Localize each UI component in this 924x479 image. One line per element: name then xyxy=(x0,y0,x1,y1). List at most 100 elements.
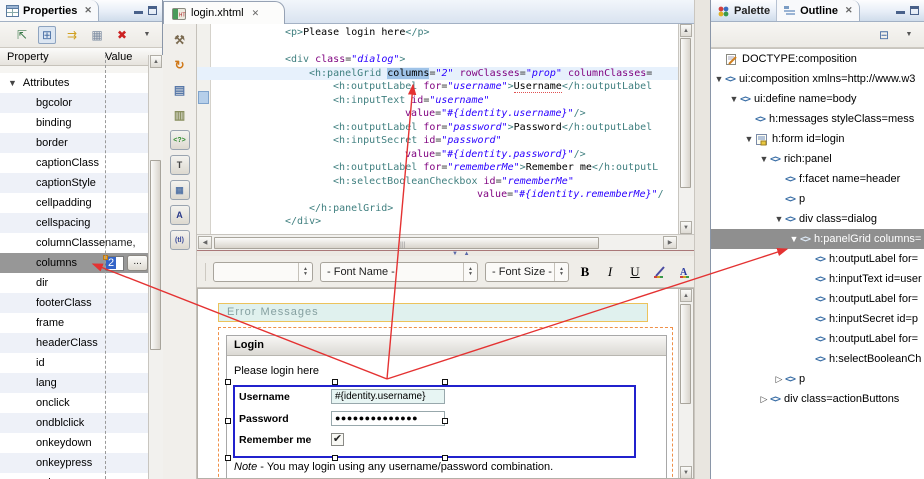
login-panel-header[interactable]: Login xyxy=(227,336,666,356)
property-row[interactable]: lang xyxy=(0,373,148,393)
code-line[interactable]: <h:outputLabel for="rememberMe">Remember… xyxy=(213,161,678,175)
password-input[interactable]: ●●●●●●●●●●●●●● xyxy=(331,411,445,426)
remember-me-checkbox[interactable]: ✔ xyxy=(331,433,344,446)
code-line[interactable]: <p>Please login here</p> xyxy=(213,26,678,40)
collapse-icon[interactable]: ▼ xyxy=(743,134,755,144)
code-line[interactable]: value="#{identity.username}"/> xyxy=(213,107,678,121)
font-name-combo[interactable]: - Font Name - ▲▼ xyxy=(320,262,478,282)
property-row[interactable]: cellspacing xyxy=(0,213,148,233)
font-size-combo[interactable]: - Font Size - ▲▼ xyxy=(485,262,569,282)
editor-tab-close-icon[interactable]: ✕ xyxy=(252,8,260,19)
scroll-up-icon[interactable]: ▲ xyxy=(680,24,692,37)
property-row[interactable]: id xyxy=(0,353,148,373)
view-menu-icon[interactable]: ▼ xyxy=(138,26,156,44)
column-divider[interactable] xyxy=(105,55,106,479)
username-input[interactable]: #{identity.username} xyxy=(331,389,445,404)
code-line[interactable]: <h:panelGrid columns="2" rowClasses="pro… xyxy=(197,67,678,81)
resize-handle[interactable] xyxy=(225,418,231,424)
property-row[interactable]: binding xyxy=(0,113,148,133)
collapse-icon[interactable]: ▼ xyxy=(773,214,785,224)
property-row[interactable]: bgcolor xyxy=(0,93,148,113)
resize-handle[interactable] xyxy=(225,455,231,461)
property-row[interactable]: headerClass xyxy=(0,333,148,353)
outline-node[interactable]: <>h:selectBooleanCh xyxy=(711,349,924,369)
resize-handle[interactable] xyxy=(332,379,338,385)
highlight-color-button[interactable] xyxy=(651,263,669,281)
outline-node[interactable]: <>h:outputLabel for= xyxy=(711,329,924,349)
remove-property-icon[interactable]: ✖ xyxy=(113,26,131,44)
show-bundles-icon[interactable]: (tl) xyxy=(170,230,190,250)
intro-text[interactable]: Please login here xyxy=(234,365,319,377)
error-messages-placeholder[interactable]: Error Messages xyxy=(218,303,648,322)
property-row[interactable]: captionClass xyxy=(0,153,148,173)
show-styles-icon[interactable]: A xyxy=(170,205,190,225)
expand-icon[interactable]: ▼ xyxy=(8,78,17,88)
outline-node[interactable]: <>p xyxy=(711,189,924,209)
properties-scrollbar[interactable]: ▲ xyxy=(148,55,163,479)
underline-button[interactable]: U xyxy=(626,263,644,281)
value-column-header[interactable]: Value xyxy=(105,51,132,63)
bold-button[interactable]: B xyxy=(576,263,594,281)
expand-icon[interactable]: ▷ xyxy=(758,394,770,405)
style-combo[interactable]: ▲▼ xyxy=(213,262,313,282)
maximize-icon[interactable] xyxy=(910,6,919,15)
preferences-icon[interactable]: ⚒ xyxy=(170,30,190,50)
source-scrollbar-thumb[interactable] xyxy=(680,38,691,188)
page-preview-icon[interactable]: ▤ xyxy=(170,80,190,100)
property-row[interactable]: dir xyxy=(0,273,148,293)
code-line[interactable]: <h:inputText id="username" xyxy=(213,94,678,108)
outline-node[interactable]: <>h:outputLabel for= xyxy=(711,249,924,269)
editor-tab-login-xhtml[interactable]: HT login.xhtml ✕ xyxy=(163,1,285,24)
property-row[interactable]: frame xyxy=(0,313,148,333)
outline-node[interactable]: ▷<>div class=actionButtons xyxy=(711,389,924,409)
browse-button[interactable]: ... xyxy=(127,255,148,271)
source-editor-vscrollbar[interactable]: ▲ ▼ xyxy=(678,24,694,234)
refresh-icon[interactable]: ↻ xyxy=(170,55,190,75)
minimize-icon[interactable] xyxy=(134,6,143,15)
outline-node[interactable]: ▼<>rich:panel xyxy=(711,149,924,169)
code-area[interactable]: <p>Please login here</p><div class="dial… xyxy=(213,26,678,229)
collapse-icon[interactable]: ▼ xyxy=(728,94,740,104)
resize-handle[interactable] xyxy=(442,379,448,385)
scroll-up-icon[interactable]: ▲ xyxy=(150,55,162,68)
property-row[interactable]: onclick xyxy=(0,393,148,413)
property-row[interactable]: columns2... xyxy=(0,253,148,273)
font-color-button[interactable]: A xyxy=(676,263,694,281)
export-template-icon[interactable]: ▥ xyxy=(170,105,190,125)
code-line[interactable]: <h:outputLabel for="username">Username</… xyxy=(213,80,678,94)
property-row[interactable]: ondblclick xyxy=(0,413,148,433)
source-hscrollbar-thumb[interactable]: ||| xyxy=(214,237,599,249)
code-line[interactable]: value="#{identity.password}"/> xyxy=(213,148,678,162)
visual-page-editor[interactable]: Error Messages Login Please login here U… xyxy=(197,288,694,479)
code-line[interactable] xyxy=(213,40,678,54)
property-row[interactable]: border xyxy=(0,133,148,153)
configure-table-icon[interactable]: ▦ xyxy=(88,26,106,44)
attributes-group-row[interactable]: ▼Attributes xyxy=(0,73,148,93)
view-menu-icon[interactable]: ▼ xyxy=(900,26,918,44)
outline-node[interactable]: <>h:inputText id=user xyxy=(711,269,924,289)
collapse-icon[interactable]: ▼ xyxy=(788,234,800,244)
palette-view-tab[interactable]: Palette xyxy=(711,0,777,21)
scroll-down-icon[interactable]: ▼ xyxy=(680,466,692,479)
outline-node[interactable]: <>h:messages styleClass=mess xyxy=(711,109,924,129)
scroll-up-icon[interactable]: ▲ xyxy=(680,289,692,302)
spinner-icon[interactable]: ▲▼ xyxy=(298,263,312,281)
outline-node[interactable]: <>f:facet name=header xyxy=(711,169,924,189)
show-selection-bar-icon[interactable]: ▦ xyxy=(170,180,190,200)
scroll-right-icon[interactable]: ▶ xyxy=(663,236,677,249)
collapse-all-icon[interactable]: ⊟ xyxy=(875,26,893,44)
properties-scrollbar-thumb[interactable] xyxy=(150,160,161,350)
scroll-down-icon[interactable]: ▼ xyxy=(680,221,692,234)
outline-node[interactable]: ▼<>div class=dialog xyxy=(711,209,924,229)
resize-handle[interactable] xyxy=(442,418,448,424)
canvas-scrollbar[interactable]: ▲ ▼ xyxy=(678,289,694,479)
scroll-left-icon[interactable]: ◀ xyxy=(198,236,212,249)
outline-node[interactable]: <>h:outputLabel for= xyxy=(711,289,924,309)
property-column-header[interactable]: Property xyxy=(0,51,105,63)
show-non-visual-tags-icon[interactable]: <?> xyxy=(170,130,190,150)
show-text-formatting-icon[interactable]: T xyxy=(170,155,190,175)
outline-node[interactable]: ▷<>p xyxy=(711,369,924,389)
outline-node[interactable]: DOCTYPE:composition xyxy=(711,49,924,69)
properties-view-tab[interactable]: Properties ✕ xyxy=(0,0,99,21)
code-line[interactable]: </h:panelGrid> xyxy=(213,202,678,216)
